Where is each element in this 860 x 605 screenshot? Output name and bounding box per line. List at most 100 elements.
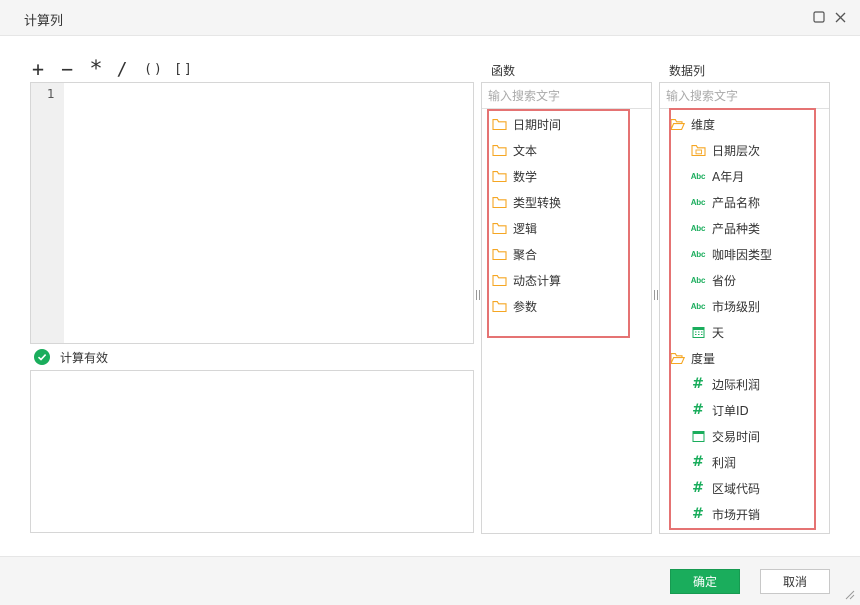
maximize-icon[interactable] [812,10,826,24]
column-field-item[interactable]: 日期层次 [690,141,760,159]
cancel-button[interactable]: 取消 [760,569,830,594]
calculated-column-dialog: 计算列 + − * / () [] 1 计算有效 函数 日期时间文本数学类型转 [0,0,860,605]
ok-button[interactable]: 确定 [670,569,740,594]
column-field-item[interactable]: # 边际利润 [690,375,760,393]
column-field-item-label: 区域代码 [712,481,761,496]
text-field-icon: Abc [690,168,706,184]
column-group-item[interactable]: 维度 [669,115,715,133]
function-category-item[interactable]: 日期时间 [491,115,561,133]
column-field-item[interactable]: Abc 产品名称 [690,193,760,211]
calendar-icon [690,324,706,340]
column-field-item[interactable]: # 利润 [690,453,736,471]
multiply-operator-button[interactable]: * [88,57,104,82]
type-badge: # [692,454,704,470]
column-field-item[interactable]: Abc 市场级别 [690,297,760,315]
type-badge: Abc [690,301,706,311]
column-field-item-label: 订单ID [712,403,749,418]
column-field-item[interactable]: # 市场开销 [690,505,760,523]
data-columns-panel: 维度日期层次AbcA年月Abc产品名称Abc产品种类Abc咖啡因类型Abc省份A… [659,82,830,534]
dialog-titlebar: 计算列 [0,0,860,36]
column-field-item-label: 交易时间 [712,429,761,444]
numeric-field-icon: # [690,454,706,470]
column-field-item-label: 利润 [712,455,737,470]
folder-icon [491,220,507,236]
functions-label: 函数 [491,64,516,78]
column-field-item[interactable]: 天 [690,323,724,341]
numeric-field-icon: # [690,480,706,496]
column-field-item-label: 市场开销 [712,507,761,522]
numeric-field-icon: # [690,506,706,522]
text-field-icon: Abc [690,298,706,314]
minus-operator-button[interactable]: − [59,57,75,81]
column-field-item[interactable]: 交易时间 [690,427,760,445]
expression-editor[interactable]: 1 [30,82,474,344]
validation-text: 计算有效 [60,350,109,365]
column-field-item[interactable]: Abc 产品种类 [690,219,760,237]
type-badge: Abc [690,171,706,181]
folder-icon [491,116,507,132]
type-badge: # [692,506,704,522]
column-field-item[interactable]: Abc A年月 [690,167,744,185]
functions-search-input[interactable] [482,83,651,108]
function-category-item[interactable]: 逻辑 [491,219,537,237]
data-columns-search-input[interactable] [660,83,829,108]
dialog-footer: 确定 取消 [0,556,860,605]
type-badge: Abc [690,223,706,233]
function-category-item-label: 类型转换 [513,195,562,210]
operator-toolbar: + − * / () [] [30,57,194,82]
function-category-item[interactable]: 文本 [491,141,537,159]
numeric-field-icon: # [690,376,706,392]
dialog-title: 计算列 [24,14,64,29]
column-field-item[interactable]: # 订单ID [690,401,749,419]
column-field-item-label: 省份 [712,273,737,288]
column-field-item[interactable]: # 区域代码 [690,479,760,497]
folder-icon [491,168,507,184]
column-field-item-label: 边际利润 [712,377,761,392]
function-category-item[interactable]: 数学 [491,167,537,185]
splitter-handle[interactable] [654,290,658,300]
function-category-item-label: 日期时间 [513,117,562,132]
text-field-icon: Abc [690,246,706,262]
close-icon[interactable] [833,10,847,24]
resize-grip-icon[interactable] [843,588,855,600]
folder-open-icon [669,350,685,366]
type-badge: Abc [690,197,706,207]
column-field-item-label: 日期层次 [712,143,761,158]
function-category-item[interactable]: 动态计算 [491,271,561,289]
function-category-item[interactable]: 参数 [491,297,537,315]
column-field-item-label: 产品种类 [712,221,761,236]
divide-operator-button[interactable]: / [116,59,128,80]
function-category-item-label: 逻辑 [513,221,538,236]
brackets-operator-button[interactable]: [] [174,62,194,77]
column-group-item[interactable]: 度量 [669,349,715,367]
plus-operator-button[interactable]: + [30,57,46,81]
column-field-item[interactable]: Abc 省份 [690,271,736,289]
type-badge: # [692,480,704,496]
column-field-item-label: 咖啡因类型 [712,247,773,262]
type-badge: # [692,402,704,418]
data-columns-label: 数据列 [669,64,706,78]
function-category-item-label: 参数 [513,299,538,314]
folder-icon [491,142,507,158]
function-category-item-label: 文本 [513,143,538,158]
function-category-item[interactable]: 类型转换 [491,193,561,211]
column-field-item[interactable]: Abc 咖啡因类型 [690,245,772,263]
functions-search [482,83,651,109]
parentheses-operator-button[interactable]: () [144,62,164,77]
function-category-item-label: 数学 [513,169,538,184]
text-field-icon: Abc [690,272,706,288]
validation-status: 计算有效 [34,349,108,365]
folder-icon [491,272,507,288]
column-group-item-label: 度量 [691,351,716,366]
line-number-gutter: 1 [31,83,64,343]
function-category-item[interactable]: 聚合 [491,245,537,263]
column-group-item-label: 维度 [691,117,716,132]
column-field-item-label: 市场级别 [712,299,761,314]
datetime-field-icon [690,428,706,444]
type-badge: Abc [690,249,706,259]
column-field-item-label: 产品名称 [712,195,761,210]
column-field-item-label: A年月 [712,169,745,184]
function-category-item-label: 动态计算 [513,273,562,288]
splitter-handle[interactable] [476,290,480,300]
folder-icon [491,194,507,210]
